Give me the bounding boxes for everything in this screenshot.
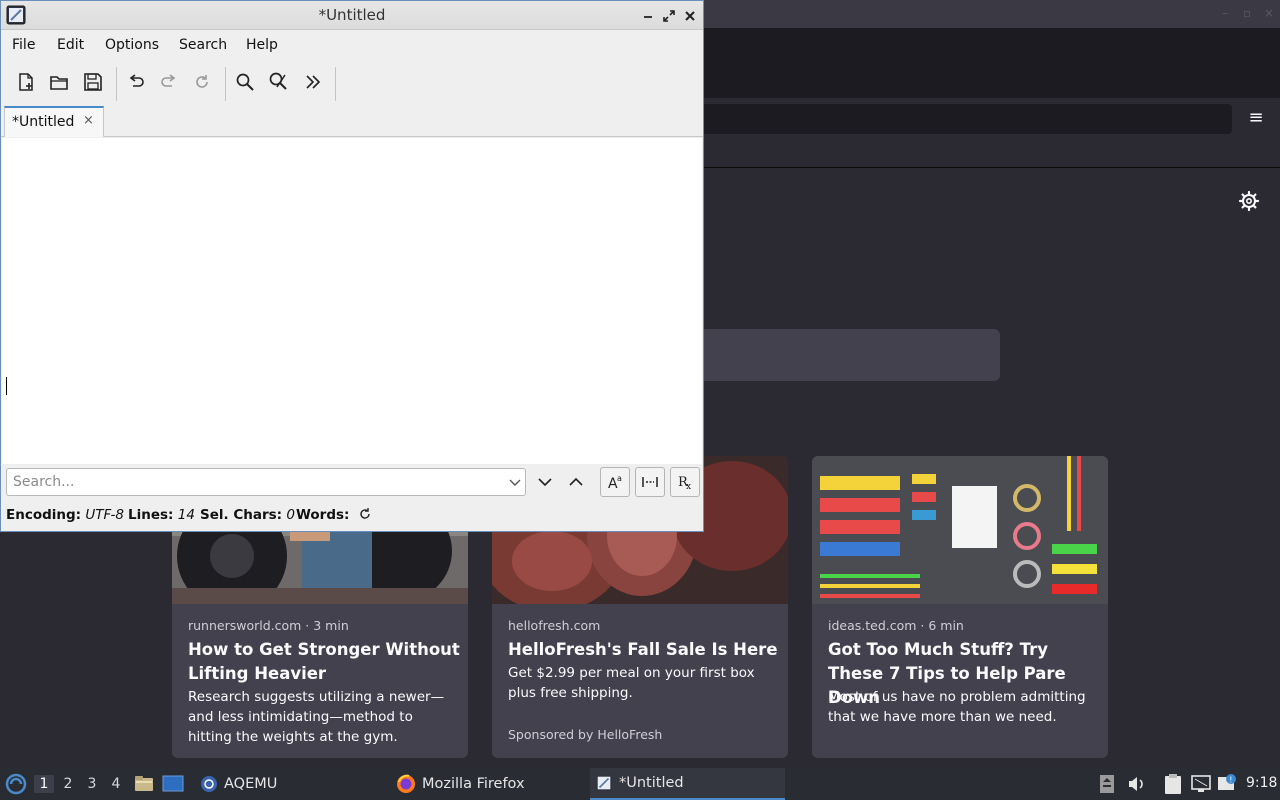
volume-icon[interactable]: [1126, 774, 1146, 794]
menu-options[interactable]: Options: [105, 37, 159, 53]
story-source: ideas.ted.com · 6 min: [828, 618, 964, 633]
desktop-icon[interactable]: [162, 774, 184, 794]
find-previous-button[interactable]: [561, 467, 591, 497]
find-icon[interactable]: [230, 67, 260, 97]
text-caret: [6, 377, 7, 395]
match-case-toggle[interactable]: Aa: [600, 467, 630, 497]
toolbar-divider: [225, 67, 226, 101]
window-title: *Untitled: [318, 6, 386, 24]
task-label: Mozilla Firefox: [422, 776, 525, 792]
svg-text:a: a: [617, 474, 622, 483]
undo-icon[interactable]: [121, 67, 151, 97]
editor-titlebar[interactable]: *Untitled: [1, 1, 703, 30]
story-title[interactable]: How to Get Stronger Without Lifting Heav…: [188, 638, 460, 686]
new-file-icon[interactable]: [11, 67, 41, 97]
svg-text:!: !: [1229, 776, 1232, 785]
gear-icon[interactable]: [1238, 190, 1260, 212]
tab-untitled[interactable]: *Untitled ×: [4, 106, 104, 137]
redo-icon[interactable]: [154, 67, 184, 97]
workspace-1[interactable]: 1: [34, 775, 54, 793]
whole-word-toggle[interactable]: [635, 467, 665, 497]
story-excerpt: Research suggests utilizing a newer—and …: [188, 689, 445, 745]
file-manager-icon[interactable]: [134, 774, 154, 794]
task-label: *Untitled: [619, 775, 684, 791]
aqemu-icon: [201, 776, 217, 792]
toolbar-divider: [335, 67, 336, 101]
regex-toggle[interactable]: Rx: [670, 467, 700, 497]
chevron-down-icon[interactable]: [507, 473, 523, 491]
open-folder-icon[interactable]: [44, 67, 74, 97]
story-source: runnersworld.com · 3 min: [188, 618, 349, 633]
menu-search[interactable]: Search: [179, 37, 227, 53]
notification-icon[interactable]: !: [1216, 773, 1238, 795]
close-icon[interactable]: ×: [1262, 6, 1276, 20]
workspace-2[interactable]: 2: [58, 775, 78, 793]
taskbar: 1 2 3 4 AQEMU Mozilla Firefox *Untitled …: [0, 768, 1280, 800]
story-image-office-supplies: [812, 456, 1108, 604]
hamburger-menu-icon[interactable]: ≡: [1244, 108, 1268, 128]
menu-edit[interactable]: Edit: [57, 37, 84, 53]
menu-bar: File Edit Options Search Help: [1, 31, 703, 61]
editor-app-icon: [595, 774, 613, 792]
more-icon[interactable]: [298, 67, 328, 97]
search-input[interactable]: [13, 471, 493, 493]
task-aqemu[interactable]: AQEMU: [196, 768, 281, 800]
task-untitled[interactable]: *Untitled: [590, 768, 785, 800]
lines-status: Lines: 14: [128, 507, 195, 523]
sponsor-label: Sponsored by HelloFresh: [508, 727, 663, 742]
story-excerpt: Most of us have no problem admitting tha…: [828, 689, 1086, 725]
search-combobox[interactable]: [6, 468, 526, 496]
minimize-icon[interactable]: [640, 8, 656, 24]
tab-label: *Untitled: [12, 114, 75, 130]
task-label: AQEMU: [224, 776, 278, 792]
tab-bar: *Untitled ×: [1, 105, 703, 137]
encoding-status: Encoding: UTF-8: [6, 507, 124, 523]
maximize-icon[interactable]: ▫: [1240, 6, 1254, 20]
close-icon[interactable]: [682, 8, 698, 24]
sel-chars-status: Sel. Chars: 0: [200, 507, 295, 523]
story-title[interactable]: HelloFresh's Fall Sale Is Here: [508, 638, 780, 662]
clipboard-icon[interactable]: [1163, 773, 1183, 795]
minimize-icon[interactable]: –: [1218, 6, 1232, 20]
find-next-button[interactable]: [530, 467, 560, 497]
reload-icon[interactable]: [187, 67, 217, 97]
menu-file[interactable]: File: [12, 37, 35, 53]
clock[interactable]: 9:18: [1246, 775, 1277, 791]
task-firefox[interactable]: Mozilla Firefox: [393, 768, 528, 800]
svg-text:x: x: [686, 482, 691, 492]
text-editor-window: *Untitled File Edit Options Search Help: [0, 0, 704, 532]
toolbar-divider: [116, 67, 117, 101]
workspace-3[interactable]: 3: [82, 775, 102, 793]
story-card-3[interactable]: ideas.ted.com · 6 min Got Too Much Stuff…: [812, 456, 1108, 758]
keyboard-layout-icon[interactable]: [1099, 774, 1115, 794]
menu-help[interactable]: Help: [246, 37, 278, 53]
status-bar: Encoding: UTF-8 Lines: 14 Sel. Chars: 0 …: [1, 502, 703, 528]
story-excerpt: Get $2.99 per meal on your first box plu…: [508, 665, 755, 701]
tab-close-icon[interactable]: ×: [83, 113, 94, 128]
firefox-icon: [397, 774, 415, 793]
story-source: hellofresh.com: [508, 618, 601, 633]
network-icon[interactable]: [1190, 774, 1212, 794]
save-icon[interactable]: [78, 67, 108, 97]
maximize-icon[interactable]: [661, 8, 677, 24]
text-area[interactable]: [2, 138, 702, 464]
words-status: Words:: [296, 507, 350, 523]
start-menu-icon[interactable]: [5, 773, 27, 795]
refresh-icon[interactable]: [358, 507, 372, 521]
find-bar: Aa Rx: [1, 464, 703, 500]
address-bar[interactable]: [640, 104, 1232, 134]
workspace-4[interactable]: 4: [106, 775, 126, 793]
toolbar: [1, 63, 703, 103]
replace-icon[interactable]: [264, 67, 294, 97]
